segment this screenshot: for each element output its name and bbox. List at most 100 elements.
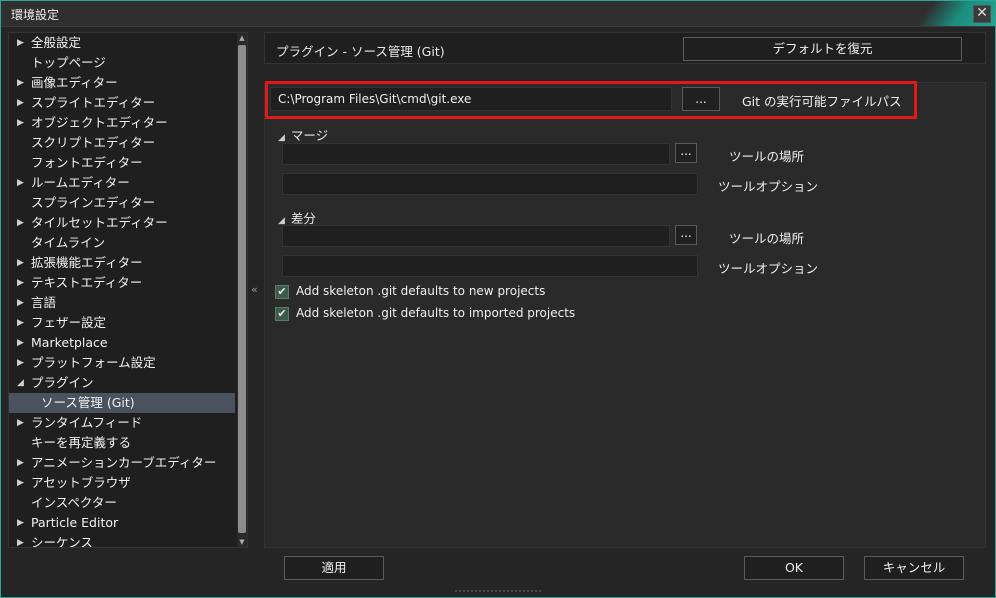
expand-arrow-icon[interactable]: ▶: [17, 313, 27, 333]
tree-item-label: ソース管理 (Git): [41, 395, 135, 410]
tree-item-label: タイルセットエディター: [31, 215, 168, 230]
expand-arrow-icon[interactable]: ▶: [17, 33, 27, 53]
tree-item[interactable]: トップページ: [9, 53, 247, 73]
expand-arrow-icon[interactable]: ▶: [17, 73, 27, 93]
tree-item[interactable]: タイムライン: [9, 233, 247, 253]
expand-arrow-icon[interactable]: ▶: [17, 273, 27, 293]
tree-item[interactable]: ▶ シーケンス: [9, 533, 247, 548]
tree-item-label: タイムライン: [31, 235, 106, 250]
tree-item-label: ルームエディター: [31, 175, 130, 190]
tree-item-label: シーケンス: [31, 535, 93, 548]
highlight-box: [265, 81, 917, 119]
tree-item[interactable]: ▶ フェザー設定: [9, 313, 247, 333]
expand-arrow-icon[interactable]: ▶: [17, 513, 27, 533]
merge-browse-button[interactable]: ...: [675, 143, 697, 163]
tree-item-label: ランタイムフィード: [31, 415, 143, 430]
tree-item[interactable]: ▶ プラットフォーム設定: [9, 353, 247, 373]
expand-arrow-icon[interactable]: ▶: [17, 453, 27, 473]
tree-item-label: 画像エディター: [31, 75, 118, 90]
tree-item-label: 言語: [31, 295, 57, 310]
diff-tool-options-label: ツールオプション: [718, 261, 819, 276]
tree-item-label: オブジェクトエディター: [31, 115, 168, 130]
tree-item[interactable]: スプラインエディター: [9, 193, 247, 213]
new-projects-checkbox[interactable]: ✔: [275, 285, 289, 299]
new-projects-label: Add skeleton .git defaults to new projec…: [296, 284, 546, 298]
tree-item-label: テキストエディター: [31, 275, 143, 290]
diff-tool-location-input[interactable]: [282, 225, 670, 247]
expand-arrow-icon[interactable]: ▶: [17, 353, 27, 373]
expand-arrow-icon[interactable]: ▶: [17, 533, 27, 547]
tree-item[interactable]: ▶ タイルセットエディター: [9, 213, 247, 233]
tree-item-label: プラットフォーム設定: [31, 355, 156, 370]
tree-item[interactable]: キーを再定義する: [9, 433, 247, 453]
merge-heading: マージ: [290, 128, 329, 143]
apply-button[interactable]: 適用: [284, 556, 384, 580]
ok-button[interactable]: OK: [744, 556, 844, 580]
tree-item[interactable]: フォントエディター: [9, 153, 247, 173]
tree-item-label: フェザー設定: [31, 315, 107, 330]
diff-tool-options-input[interactable]: [282, 255, 698, 277]
window-title: 環境設定: [11, 8, 60, 22]
tree-item[interactable]: ▶ ルームエディター: [9, 173, 247, 193]
tree-item[interactable]: ▶ アニメーションカーブエディター: [9, 453, 247, 473]
merge-tool-location-input[interactable]: [282, 143, 670, 165]
expand-arrow-icon[interactable]: ▶: [17, 253, 27, 273]
tree-item[interactable]: ▶ 全般設定: [9, 33, 247, 53]
tree-item[interactable]: ソース管理 (Git): [9, 393, 235, 413]
tree-item-label: フォントエディター: [31, 155, 143, 170]
collapse-triangle-icon: ◢: [278, 133, 285, 143]
tree-item[interactable]: ◢ プラグイン: [9, 373, 247, 393]
tree-item[interactable]: ▶ Marketplace: [9, 333, 247, 353]
diff-tool-location-label: ツールの場所: [729, 231, 805, 246]
tree-item[interactable]: ▶ 画像エディター: [9, 73, 247, 93]
expand-arrow-icon[interactable]: ▶: [17, 173, 27, 193]
cancel-button[interactable]: キャンセル: [864, 556, 964, 580]
resize-grip[interactable]: [455, 590, 541, 594]
tree-item-label: スプライトエディター: [31, 95, 156, 110]
restore-defaults-button[interactable]: デフォルトを復元: [683, 37, 962, 61]
tree-item[interactable]: ▶ ランタイムフィード: [9, 413, 247, 433]
tree-item[interactable]: スクリプトエディター: [9, 133, 247, 153]
tree-list: ▶ 全般設定トップページ ▶ 画像エディター ▶ スプライトエディター ▶ オブジェクトエディ…: [9, 33, 247, 548]
expand-arrow-icon[interactable]: ▶: [17, 473, 27, 493]
close-icon[interactable]: ✕: [973, 5, 991, 23]
tree-item-label: インスペクター: [31, 495, 117, 510]
tree-item[interactable]: インスペクター: [9, 493, 247, 513]
tree-item-label: アセットブラウザ: [31, 475, 131, 490]
expand-arrow-icon[interactable]: ▶: [17, 333, 27, 353]
tree-item[interactable]: ▶ オブジェクトエディター: [9, 113, 247, 133]
tree-item[interactable]: ▶ 拡張機能エディター: [9, 253, 247, 273]
merge-tool-options-label: ツールオプション: [718, 179, 819, 194]
tree-scrollbar[interactable]: ▲ ▼: [237, 33, 247, 547]
expand-arrow-icon[interactable]: ▶: [17, 293, 27, 313]
settings-tree: ▶ 全般設定トップページ ▶ 画像エディター ▶ スプライトエディター ▶ オブジェクトエディ…: [8, 32, 248, 548]
imported-projects-label: Add skeleton .git defaults to imported p…: [296, 306, 576, 320]
expand-arrow-icon[interactable]: ▶: [17, 93, 27, 113]
expand-arrow-icon[interactable]: ▶: [17, 413, 27, 433]
title-bar: 環境設定 ✕: [1, 1, 995, 27]
tree-item-label: 全般設定: [31, 35, 82, 50]
page-title: プラグイン - ソース管理 (Git): [276, 44, 445, 59]
tree-item-label: Particle Editor: [31, 515, 119, 530]
diff-browse-button[interactable]: ...: [675, 225, 697, 245]
tree-item-label: スクリプトエディター: [31, 135, 156, 150]
imported-projects-checkbox[interactable]: ✔: [275, 307, 289, 321]
expanded-arrow-icon[interactable]: ◢: [17, 373, 27, 393]
collapse-panel-icon[interactable]: «: [251, 283, 258, 296]
tree-item[interactable]: ▶ アセットブラウザ: [9, 473, 247, 493]
tree-item-label: Marketplace: [31, 335, 108, 350]
tree-item[interactable]: ▶ Particle Editor: [9, 513, 247, 533]
tree-item[interactable]: ▶ テキストエディター: [9, 273, 247, 293]
tree-item-label: キーを再定義する: [31, 435, 132, 450]
tree-item[interactable]: ▶ スプライトエディター: [9, 93, 247, 113]
scroll-thumb[interactable]: [238, 45, 246, 533]
scroll-up-icon[interactable]: ▲: [237, 33, 247, 43]
tree-item-label: トップページ: [31, 55, 106, 70]
expand-arrow-icon[interactable]: ▶: [17, 213, 27, 233]
merge-tool-options-input[interactable]: [282, 173, 698, 195]
scroll-down-icon[interactable]: ▼: [237, 537, 247, 547]
expand-arrow-icon[interactable]: ▶: [17, 113, 27, 133]
diff-heading: 差分: [290, 211, 316, 226]
merge-section-header[interactable]: ◢ マージ: [278, 125, 328, 144]
tree-item[interactable]: ▶ 言語: [9, 293, 247, 313]
